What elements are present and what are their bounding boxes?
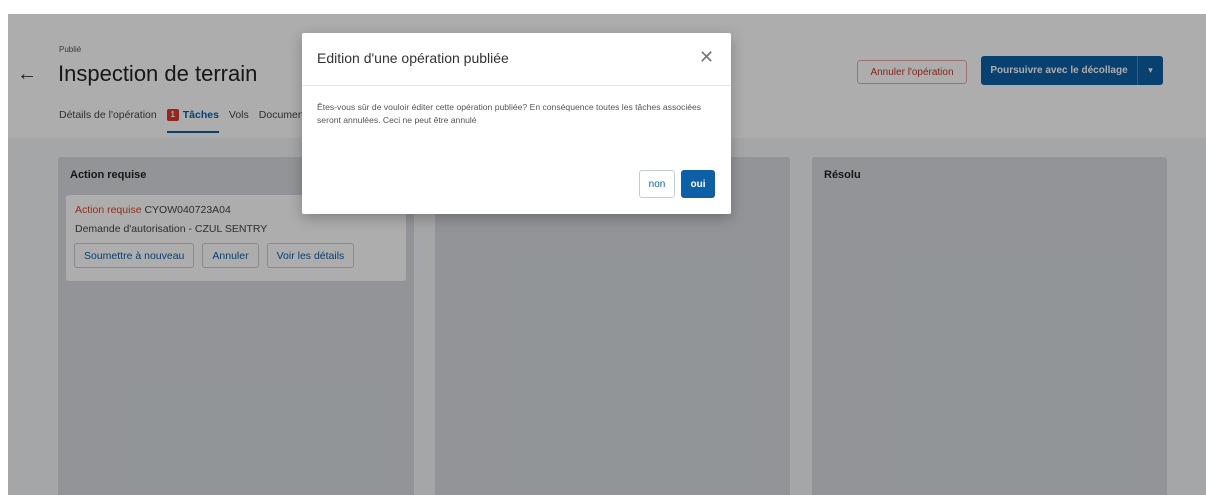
no-button[interactable]: non xyxy=(639,170,675,198)
edit-confirmation-dialog: Edition d'une opération publiée ✕ Êtes-v… xyxy=(302,33,731,214)
yes-button[interactable]: oui xyxy=(681,170,715,198)
dialog-message: Êtes-vous sûr de vouloir éditer cette op… xyxy=(317,102,702,125)
dialog-header: Edition d'une opération publiée ✕ xyxy=(302,33,731,85)
dialog-divider xyxy=(302,85,731,86)
dialog-actions: non oui xyxy=(639,170,715,198)
close-icon[interactable]: ✕ xyxy=(699,48,714,66)
dialog-title: Edition d'une opération publiée xyxy=(317,50,509,66)
